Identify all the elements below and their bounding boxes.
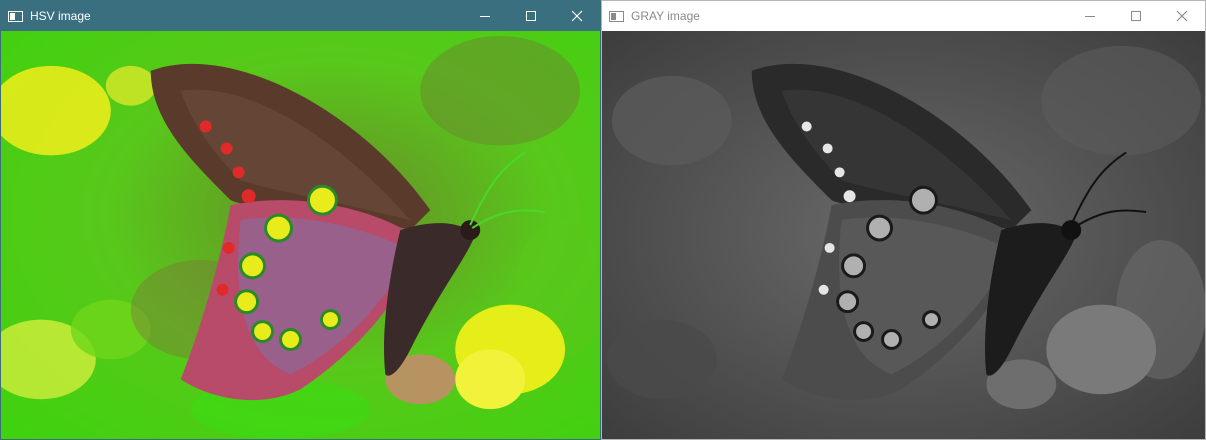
gray-window-title: GRAY image [631,9,700,23]
hsv-image-window: HSV image [0,0,601,440]
close-button[interactable] [1159,1,1205,31]
window-app-icon [609,10,624,22]
minimize-button[interactable] [1067,1,1113,31]
gray-image-window: GRAY image [601,0,1206,440]
minimize-button[interactable] [462,1,508,31]
maximize-icon [526,11,536,21]
gray-window-controls [1067,1,1205,31]
close-icon [1176,10,1188,22]
maximize-button[interactable] [508,1,554,31]
minimize-icon [1085,16,1095,17]
maximize-button[interactable] [1113,1,1159,31]
hsv-window-controls [462,1,600,31]
gray-window-titlebar[interactable]: GRAY image [602,1,1205,31]
close-icon [571,10,583,22]
gray-image-canvas [602,31,1205,439]
minimize-icon [480,16,490,17]
gray-butterfly-image [602,31,1205,439]
window-app-icon [8,10,23,22]
hsv-window-titlebar[interactable]: HSV image [1,1,600,31]
hsv-butterfly-image [1,31,600,439]
hsv-image-canvas [1,31,600,439]
close-button[interactable] [554,1,600,31]
hsv-window-title: HSV image [30,9,91,23]
maximize-icon [1131,11,1141,21]
